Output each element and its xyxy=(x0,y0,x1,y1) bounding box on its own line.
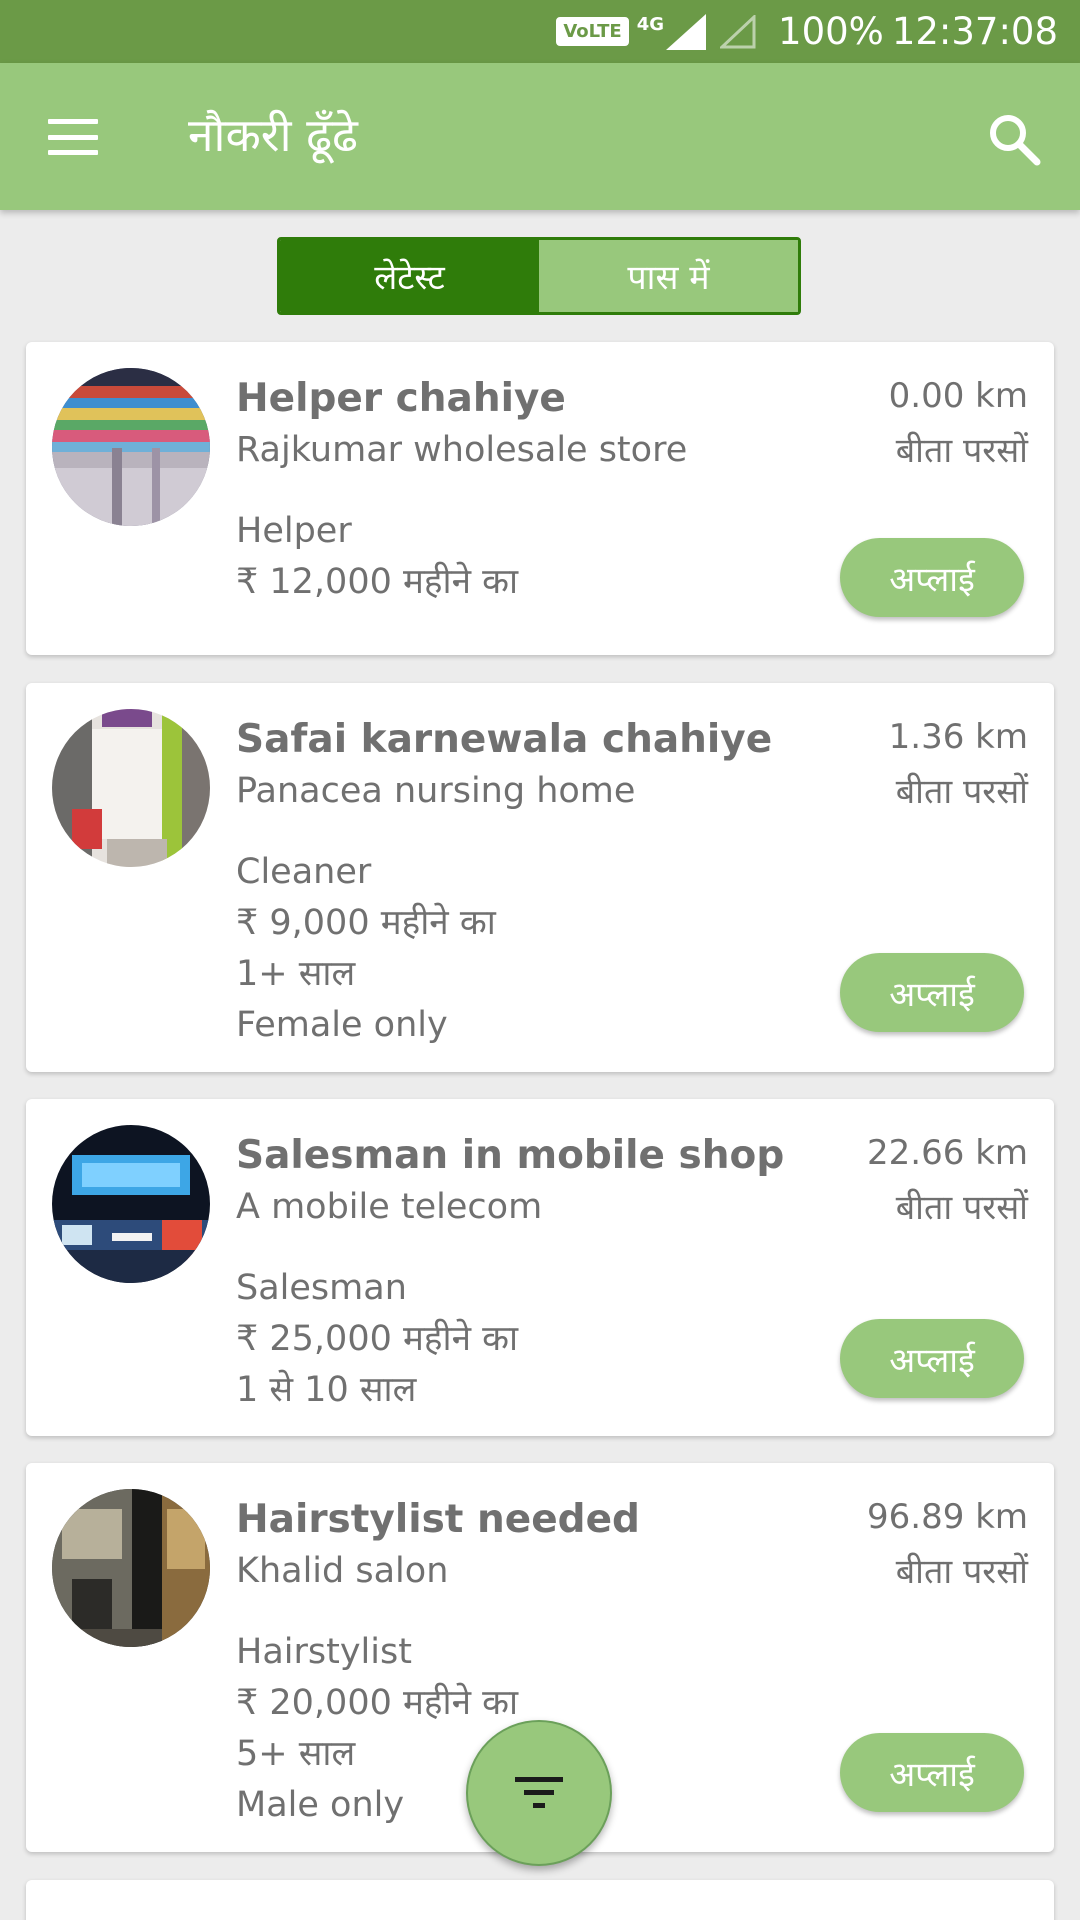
job-photo xyxy=(52,1125,210,1283)
job-role: Salesman xyxy=(236,1268,407,1308)
job-title: Hairstylist needed xyxy=(236,1497,640,1542)
job-photo xyxy=(52,709,210,867)
sim2-signal-icon xyxy=(720,14,756,49)
job-distance: 0.00 km xyxy=(888,376,1028,416)
job-posted-time: बीता परसों xyxy=(895,431,1028,471)
job-role: Cleaner xyxy=(236,852,372,892)
page-title: नौकरी ढूँढे xyxy=(188,108,358,162)
job-role: Hairstylist xyxy=(236,1632,412,1672)
network-type-label: 4G xyxy=(636,13,665,35)
company-name: Rajkumar wholesale store xyxy=(236,430,688,470)
job-card[interactable]: Salesman in mobile shop A mobile telecom… xyxy=(26,1099,1054,1436)
job-salary: ₹ 9,000 महीने का xyxy=(236,903,496,943)
job-role: Helper xyxy=(236,511,352,551)
company-name: Panacea nursing home xyxy=(236,771,636,811)
network-signal-icon: 4G xyxy=(636,13,707,50)
job-gender-requirement: Female only xyxy=(236,1005,448,1045)
search-icon[interactable] xyxy=(986,111,1042,167)
job-salary: ₹ 12,000 महीने का xyxy=(236,562,519,602)
apply-button[interactable]: अप्लाई xyxy=(840,1733,1024,1812)
job-distance: 96.89 km xyxy=(867,1497,1028,1537)
job-details: Cleaner ₹ 9,000 महीने का 1+ साल Female o… xyxy=(236,847,496,1051)
clock: 12:37:08 xyxy=(891,10,1058,53)
job-card-partial[interactable] xyxy=(26,1880,1054,1920)
job-photo xyxy=(52,368,210,526)
job-experience: 1+ साल xyxy=(236,954,356,994)
tab-latest[interactable]: लेटेस्ट xyxy=(280,240,539,312)
job-card[interactable]: Safai karnewala chahiye Panacea nursing … xyxy=(26,683,1054,1072)
job-distance: 22.66 km xyxy=(867,1133,1028,1173)
apply-button[interactable]: अप्लाई xyxy=(840,1319,1024,1398)
job-posted-time: बीता परसों xyxy=(895,1188,1028,1228)
job-details: Helper ₹ 12,000 महीने का xyxy=(236,506,518,608)
job-posted-time: बीता परसों xyxy=(895,772,1028,812)
filter-icon xyxy=(515,1777,563,1808)
company-name: A mobile telecom xyxy=(236,1187,543,1227)
job-salary: ₹ 20,000 महीने का xyxy=(236,1683,519,1723)
apply-button[interactable]: अप्लाई xyxy=(840,953,1024,1032)
job-posted-time: बीता परसों xyxy=(895,1552,1028,1592)
job-experience: 1 से 10 साल xyxy=(236,1370,417,1410)
job-title: Helper chahiye xyxy=(236,376,566,421)
job-distance: 1.36 km xyxy=(888,717,1028,757)
segmented-tabs: लेटेस्ट पास में xyxy=(277,237,801,315)
status-bar: VoLTE 4G 100% 12:37:08 xyxy=(0,0,1080,63)
job-photo xyxy=(52,1489,210,1647)
app-bar: नौकरी ढूँढे xyxy=(0,63,1080,210)
volte-badge: VoLTE xyxy=(556,17,629,46)
job-salary: ₹ 25,000 महीने का xyxy=(236,1319,519,1359)
job-card[interactable]: Helper chahiye Rajkumar wholesale store … xyxy=(26,342,1054,655)
battery-level: 100% xyxy=(778,10,884,53)
filter-button[interactable] xyxy=(466,1720,612,1866)
job-title: Safai karnewala chahiye xyxy=(236,717,773,762)
tab-nearby[interactable]: पास में xyxy=(539,240,798,312)
hamburger-menu-icon[interactable] xyxy=(48,119,98,155)
job-details: Salesman ₹ 25,000 महीने का 1 से 10 साल xyxy=(236,1263,518,1416)
job-title: Salesman in mobile shop xyxy=(236,1133,785,1178)
apply-button[interactable]: अप्लाई xyxy=(840,538,1024,617)
company-name: Khalid salon xyxy=(236,1551,449,1591)
